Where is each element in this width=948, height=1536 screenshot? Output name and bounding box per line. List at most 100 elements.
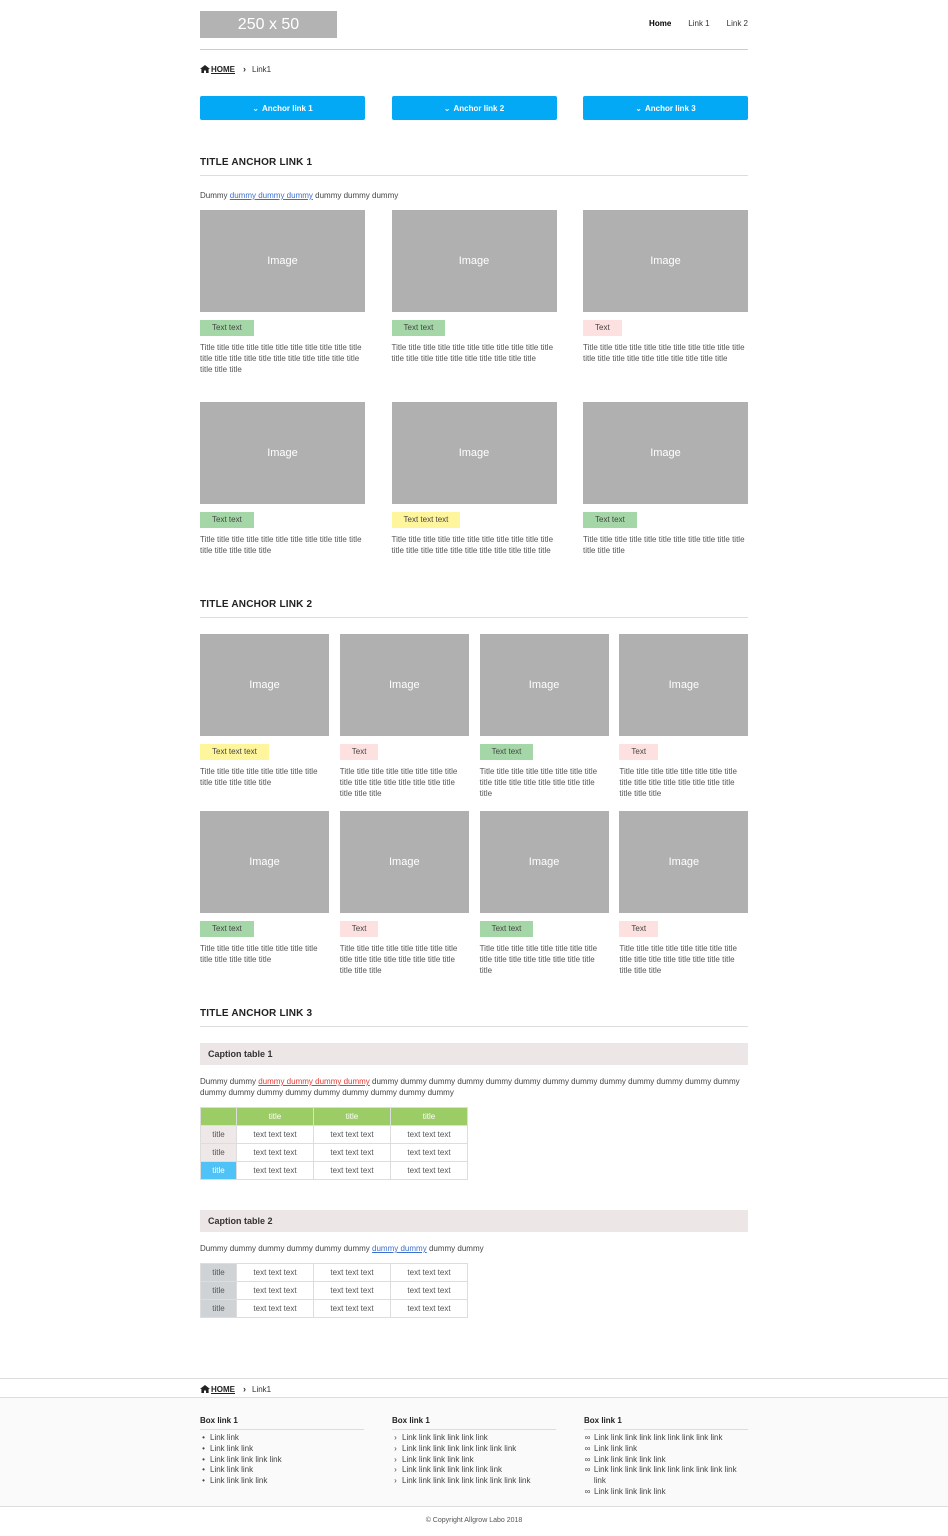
card-image[interactable]: Image [200, 811, 329, 913]
footer-link-item[interactable]: • Link link link link [200, 1476, 364, 1487]
table-2-row-head: title [200, 1281, 237, 1300]
anchor-link-1-button[interactable]: ⌄ Anchor link 1 [200, 96, 365, 120]
main-nav: Home Link 1 Link 2 [649, 19, 748, 28]
anchor-link-3-button[interactable]: ⌄ Anchor link 3 [583, 96, 748, 120]
footer-link[interactable]: Link link link link link link link link … [594, 1465, 748, 1487]
card-image[interactable]: Image [391, 402, 557, 504]
section-1-lead-link[interactable]: dummy dummy dummy [230, 191, 313, 200]
card-title[interactable]: Title title title title title title titl… [392, 534, 557, 556]
card-image[interactable]: Image [583, 402, 748, 504]
card-title[interactable]: Title title title title title title titl… [200, 766, 329, 788]
footer-link[interactable]: Link link link link link link link [402, 1465, 502, 1476]
anchor-link-3-label: Anchor link 3 [645, 103, 696, 113]
card-title[interactable]: Title title title title title title titl… [340, 943, 469, 976]
card-image[interactable]: Image [339, 634, 469, 736]
footer-link-item[interactable]: ∞ Link link link link link link link link… [584, 1465, 748, 1487]
footer-link[interactable]: Link link link link link link [402, 1433, 488, 1444]
card-image[interactable]: Image [619, 811, 749, 913]
footer-link-item[interactable]: • Link link link [200, 1444, 364, 1455]
card-image[interactable]: Image [479, 811, 609, 913]
link-icon: ∞ [584, 1443, 591, 1453]
card[interactable]: Image Text Title title title title title t… [339, 811, 469, 976]
card-title[interactable]: Title title title title title title titl… [200, 534, 365, 556]
footer-link-item[interactable]: ∞ Link link link link link [584, 1487, 748, 1498]
footer-link[interactable]: Link link link link link link link link … [594, 1433, 723, 1444]
footer-link[interactable]: Link link link [594, 1444, 637, 1455]
breadcrumb-current: Link1 [252, 64, 272, 74]
card[interactable]: Image Text text Title title title title ti… [200, 210, 365, 375]
footer-link[interactable]: Link link link link link [594, 1487, 666, 1498]
card-title[interactable]: Title title title title title title titl… [480, 766, 609, 799]
table-1-lead-link[interactable]: dummy dummy dummy dummy [258, 1077, 370, 1086]
footer-link[interactable]: Link link link link link link link link … [402, 1476, 531, 1487]
link-icon: ∞ [584, 1454, 591, 1464]
card[interactable]: Image Text text Title title title title ti… [200, 402, 365, 556]
page-container: 250 x 50 Home Link 1 Link 2 HOME › Link1… [200, 0, 749, 1318]
card-title[interactable]: Title title title title title title titl… [340, 766, 469, 799]
card[interactable]: Image Text text text Title title title tit… [200, 634, 329, 788]
nav-link-1[interactable]: Link 1 [688, 19, 709, 28]
card-image[interactable]: Image [479, 634, 609, 736]
card-image[interactable]: Image [619, 634, 749, 736]
footer-link-item[interactable]: › Link link link link link link link link… [392, 1476, 556, 1487]
card-image[interactable]: Image [200, 634, 329, 736]
card[interactable]: Image Text Title title title title title t… [583, 210, 748, 364]
breadcrumb-home-link[interactable]: HOME [200, 1385, 235, 1394]
card[interactable]: Image Text text Title title title title ti… [391, 210, 557, 364]
card[interactable]: Image Text Title title title title title t… [619, 811, 749, 976]
chevron-right-icon: › [243, 64, 246, 74]
card[interactable]: Image Text Title title title title title t… [619, 634, 749, 799]
footer-link-item[interactable]: • Link link link [200, 1465, 364, 1476]
breadcrumb-home-link[interactable]: HOME [200, 65, 235, 74]
footer-link-item[interactable]: • Link link link link link [200, 1455, 364, 1466]
card-title[interactable]: Title title title title title title titl… [583, 342, 748, 364]
bullet-icon: • [202, 1454, 205, 1464]
footer-link[interactable]: Link link link link link link link link [402, 1444, 516, 1455]
card-image[interactable]: Image [200, 402, 365, 504]
anchor-link-2-button[interactable]: ⌄ Anchor link 2 [391, 96, 557, 120]
nav-home[interactable]: Home [649, 19, 671, 28]
card[interactable]: Image Text text text Title title title tit… [391, 402, 557, 556]
footer-link[interactable]: Link link link [210, 1444, 253, 1455]
footer-link[interactable]: Link link link [210, 1465, 253, 1476]
footer-link-item[interactable]: › Link link link link link link link [392, 1465, 556, 1476]
table-1-header-cell: title [390, 1107, 468, 1126]
card-title[interactable]: Title title title title title title titl… [619, 943, 748, 976]
card[interactable]: Image Text text Title title title title ti… [200, 811, 329, 965]
card-image[interactable]: Image [583, 210, 748, 312]
card-image[interactable]: Image [391, 210, 557, 312]
card-tag: Text text [583, 512, 637, 528]
card-image[interactable]: Image [339, 811, 469, 913]
footer-link-item[interactable]: › Link link link link link link link link [392, 1444, 556, 1455]
card-title[interactable]: Title title title title title title titl… [200, 342, 365, 375]
card[interactable]: Image Text text Title title title title ti… [479, 811, 609, 976]
footer-link[interactable]: Link link [210, 1433, 239, 1444]
site-logo[interactable]: 250 x 50 [200, 11, 337, 38]
footer-link-item[interactable]: › Link link link link link link [392, 1433, 556, 1444]
card-title[interactable]: Title title title title title title titl… [480, 943, 609, 976]
footer-link-item[interactable]: › Link link link link link [392, 1455, 556, 1466]
card-title[interactable]: Title title title title title title titl… [619, 766, 748, 799]
footer-link[interactable]: Link link link link link [594, 1455, 666, 1466]
breadcrumb-home-label: HOME [211, 1384, 235, 1394]
card-title[interactable]: Title title title title title title titl… [392, 342, 557, 364]
footer-link-item[interactable]: • Link link [200, 1433, 364, 1444]
footer-link[interactable]: Link link link link link [402, 1455, 474, 1466]
footer-link-item[interactable]: ∞ Link link link link link [584, 1455, 748, 1466]
card-title[interactable]: Title title title title title title titl… [200, 943, 329, 965]
nav-link-2[interactable]: Link 2 [727, 19, 748, 28]
footer-link-item[interactable]: ∞ Link link link [584, 1444, 748, 1455]
footer-link[interactable]: Link link link link [210, 1476, 267, 1487]
card-title[interactable]: Title title title title title title titl… [583, 534, 748, 556]
table-cell: text text text [313, 1299, 391, 1318]
card[interactable]: Image Text text Title title title title ti… [479, 634, 609, 799]
table-2-lead-link[interactable]: dummy dummy [372, 1244, 427, 1253]
card-tag: Text text [479, 921, 534, 937]
footer-link-item[interactable]: ∞ Link link link link link link link link… [584, 1433, 748, 1444]
anchor-link-1-label: Anchor link 1 [262, 103, 313, 113]
card-image[interactable]: Image [200, 210, 365, 312]
footer-column-title: Box link 1 [200, 1416, 364, 1430]
card[interactable]: Image Text Title title title title title t… [339, 634, 469, 799]
footer-link[interactable]: Link link link link link [210, 1455, 282, 1466]
card[interactable]: Image Text text Title title title title ti… [583, 402, 748, 556]
